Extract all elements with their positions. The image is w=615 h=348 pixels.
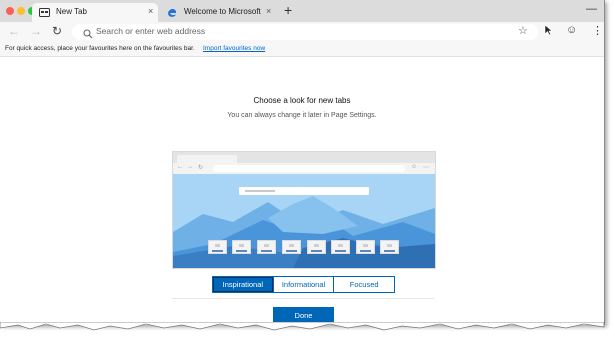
forward-arrow-icon[interactable]: → (30, 24, 42, 38)
preview-back-icon: ← (177, 164, 183, 170)
preview-toolbar: ← → ↻ ☺ ⋯ (173, 163, 435, 174)
inspirational-option[interactable]: Inspirational (213, 277, 273, 292)
edge-logo-icon (167, 8, 177, 20)
preview-refresh-icon: ↻ (198, 165, 204, 171)
new-tab-page: Choose a look for new tabs You can alway… (0, 57, 604, 325)
preview-forward-icon: → (187, 164, 193, 170)
tab-title: Welcome to Microsoft Edge De (184, 7, 262, 16)
toolbar: ← → ↻ Search or enter web address ☆ ☺ ⋮ (0, 22, 604, 42)
minimize-window-button[interactable] (17, 7, 25, 15)
tab-title: New Tab (56, 7, 87, 16)
favourites-bar: For quick access, place your favourites … (0, 42, 604, 57)
back-arrow-icon[interactable]: ← (8, 24, 20, 38)
browser-window: New Tab × Welcome to Microsoft Edge De ×… (0, 0, 605, 325)
informational-option[interactable]: Informational (272, 277, 334, 292)
preview-quick-link (380, 240, 399, 254)
smiley-icon[interactable]: ☺ (566, 24, 577, 36)
page-subtitle: You can always change it later in Page S… (227, 112, 377, 119)
preview-scene (173, 174, 435, 268)
import-favourites-link[interactable]: Import favourites now (203, 45, 265, 52)
close-tab-icon[interactable]: × (148, 6, 153, 16)
new-tab-button[interactable]: + (284, 2, 292, 18)
preview-search-placeholder (245, 190, 275, 192)
tab-new-tab[interactable]: New Tab × (32, 3, 158, 22)
divider (172, 298, 434, 299)
new-tab-icon (39, 8, 50, 19)
preview-quick-link (257, 240, 276, 254)
preview-quick-link (208, 240, 227, 254)
preview-tab-strip (173, 152, 435, 163)
look-selector: Inspirational Informational Focused (212, 276, 395, 293)
layout-preview-image: ← → ↻ ☺ ⋯ (172, 151, 436, 269)
preview-more-icon: ⋯ (423, 165, 429, 171)
preview-tab (177, 155, 237, 163)
tab-bar: New Tab × Welcome to Microsoft Edge De ×… (0, 0, 604, 22)
cursor-icon[interactable] (544, 24, 553, 39)
close-tab-icon[interactable]: × (266, 6, 271, 16)
favourites-message: For quick access, place your favourites … (5, 45, 195, 52)
preview-quick-link (307, 240, 326, 254)
refresh-icon[interactable]: ↻ (52, 24, 62, 38)
window-minimize-icon[interactable]: — (586, 3, 597, 15)
done-button[interactable]: Done (273, 307, 334, 323)
preview-quick-link (331, 240, 350, 254)
preview-address-bar (213, 165, 405, 172)
preview-quick-link (356, 240, 375, 254)
tab-welcome-edge[interactable]: Welcome to Microsoft Edge De × (160, 3, 278, 22)
preview-smiley-icon: ☺ (411, 164, 418, 170)
preview-search-box (239, 187, 369, 195)
address-placeholder: Search or enter web address (96, 26, 206, 36)
preview-quick-link (282, 240, 301, 254)
star-icon[interactable]: ☆ (518, 24, 528, 37)
address-bar[interactable]: Search or enter web address ☆ (72, 24, 538, 40)
preview-quick-link (232, 240, 251, 254)
page-title: Choose a look for new tabs (253, 96, 351, 105)
close-window-button[interactable] (6, 7, 14, 15)
torn-paper-edge (0, 322, 605, 331)
focused-option[interactable]: Focused (333, 277, 394, 292)
more-icon[interactable]: ⋮ (592, 24, 603, 37)
